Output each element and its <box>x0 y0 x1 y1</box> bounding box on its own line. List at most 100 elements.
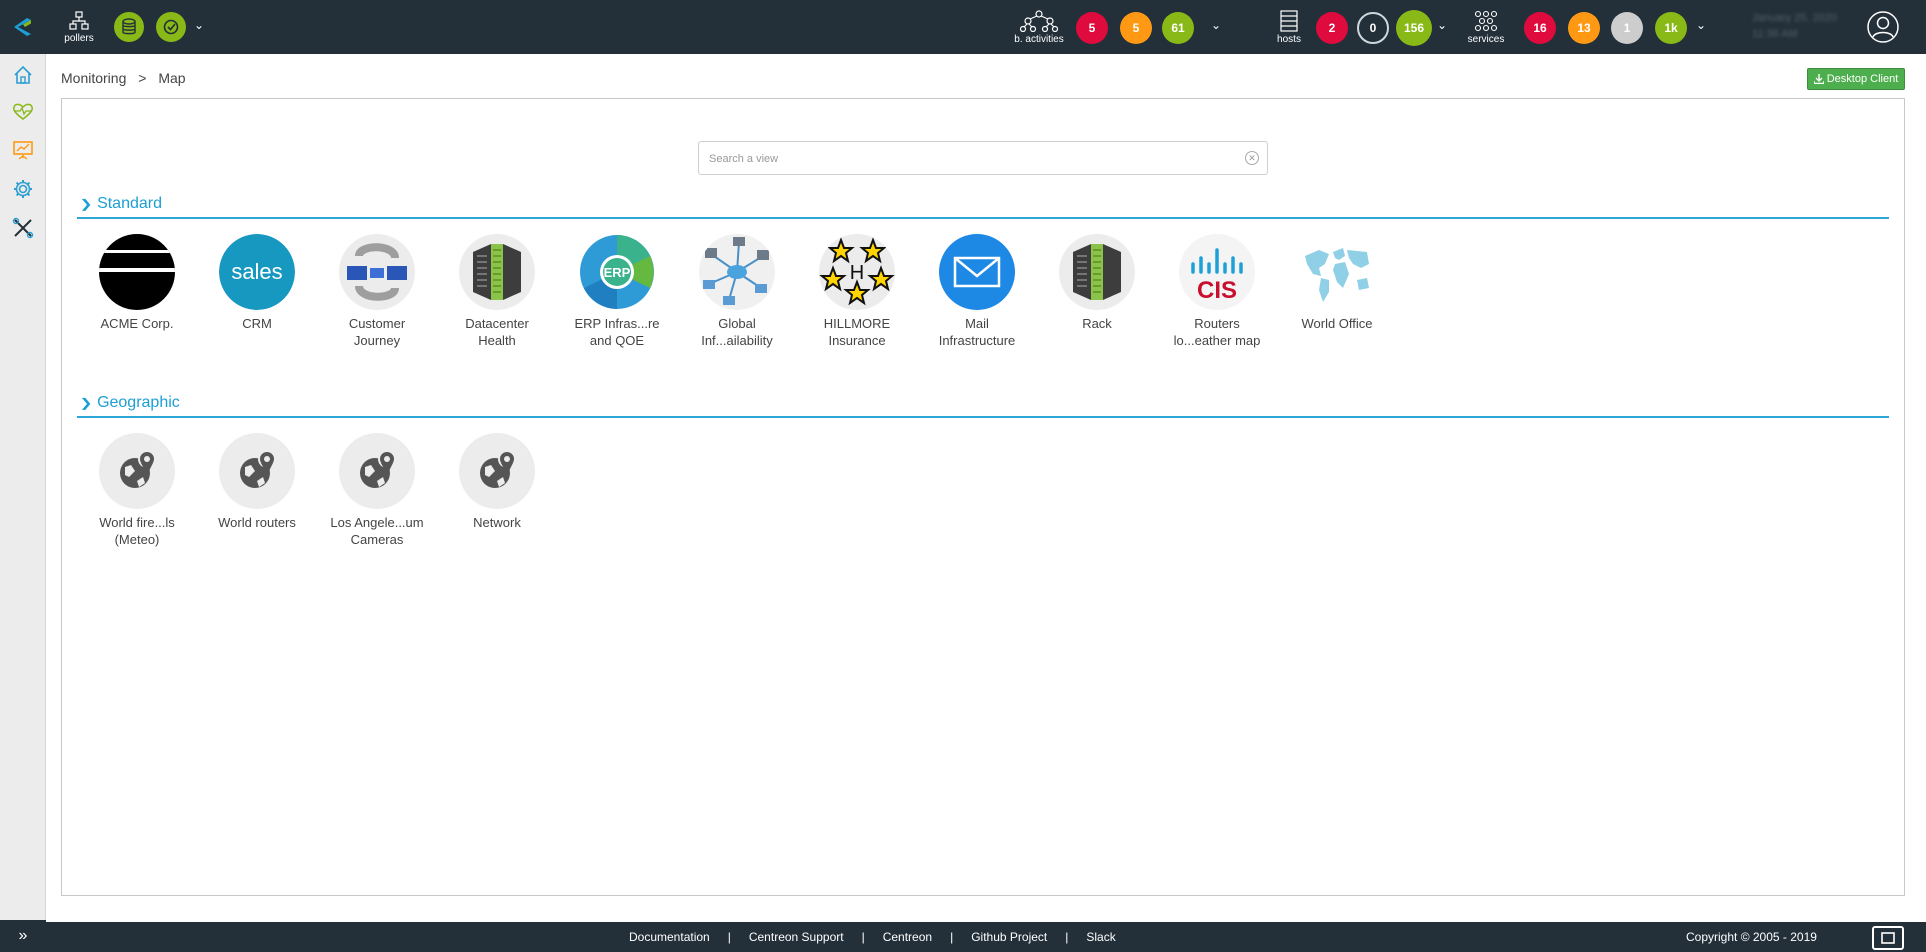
hosts-unreachable-count[interactable]: 0 <box>1357 12 1389 44</box>
breadcrumb-monitoring[interactable]: Monitoring <box>61 70 126 86</box>
hosts-up-count[interactable]: 156 <box>1396 10 1432 46</box>
cisco-logo-icon: CIS <box>1179 234 1255 310</box>
hosts-down-count[interactable]: 2 <box>1316 12 1348 44</box>
journey-arrows-icon <box>339 234 415 310</box>
footer-separator: | <box>727 930 731 944</box>
globe-pin-icon <box>219 433 295 509</box>
view-routers-weather-map[interactable]: CIS Routers lo...eather map <box>1157 234 1277 349</box>
breadcrumb: Monitoring > Map <box>61 70 194 86</box>
fullscreen-icon[interactable] <box>1872 926 1904 950</box>
nav-home-icon[interactable] <box>0 56 46 94</box>
breadcrumb-separator: > <box>138 70 147 86</box>
view-label: Network <box>473 515 521 530</box>
view-label: World fire...ls (Meteo) <box>99 515 175 547</box>
bactivities-critical-count[interactable]: 5 <box>1076 12 1108 44</box>
network-hub-icon <box>699 234 775 310</box>
mail-envelope-icon <box>939 234 1015 310</box>
database-status-icon[interactable] <box>114 12 144 42</box>
view-acme-corp[interactable]: ACME Corp. <box>77 234 197 332</box>
view-crm[interactable]: sales CRM <box>197 234 317 332</box>
bactivities-label: b. activities <box>1014 33 1064 45</box>
left-sidebar: » <box>0 0 46 952</box>
clear-search-icon[interactable]: ✕ <box>1245 151 1259 165</box>
top-bar: pollers ⌄ b. activities 5 5 61 ⌄ hosts 2… <box>46 0 1926 54</box>
services-critical-count[interactable]: 16 <box>1524 12 1556 44</box>
footer-link-documentation[interactable]: Documentation <box>629 930 710 944</box>
globe-pin-icon <box>459 433 535 509</box>
view-world-routers[interactable]: World routers <box>197 433 317 531</box>
globe-pin-icon <box>339 433 415 509</box>
world-map-icon <box>1299 234 1375 310</box>
erp-wheel-icon: ERP <box>579 234 655 310</box>
footer-link-github-project[interactable]: Github Project <box>971 930 1047 944</box>
nav-administration-icon[interactable] <box>0 209 46 247</box>
view-customer-journey[interactable]: Customer Journey <box>317 234 437 349</box>
nav-reporting-icon[interactable] <box>0 131 46 169</box>
view-mail-infrastructure[interactable]: Mail Infrastructure <box>917 234 1037 349</box>
footer-link-slack[interactable]: Slack <box>1086 930 1115 944</box>
hosts-button[interactable]: hosts <box>1271 0 1307 54</box>
nav-monitoring-icon[interactable] <box>0 92 46 130</box>
view-label: Rack <box>1082 316 1112 331</box>
view-label: Customer Journey <box>348 316 406 348</box>
centreon-logo[interactable] <box>0 0 46 54</box>
hosts-chevron-down-icon[interactable]: ⌄ <box>1437 18 1447 32</box>
globe-pin-icon <box>99 433 175 509</box>
copyright: Copyright © 2005 - 2019 <box>1686 930 1817 944</box>
services-warning-count[interactable]: 13 <box>1568 12 1600 44</box>
view-label: Mail Infrastructure <box>938 316 1016 348</box>
erp-text: ERP <box>604 265 631 280</box>
cisco-text: CIS <box>1197 277 1237 304</box>
services-icon <box>1474 10 1498 31</box>
bactivities-ok-count[interactable]: 61 <box>1162 12 1194 44</box>
view-hillmore-insurance[interactable]: H HILLMORE Insurance <box>797 234 917 349</box>
search-box: ✕ <box>698 141 1268 175</box>
view-erp-infrastructure[interactable]: ERP ERP Infras...re and QOE <box>557 234 677 349</box>
section-geographic-header[interactable]: ❯ Geographic <box>77 394 1889 418</box>
server-rack-icon <box>459 234 535 310</box>
footer: Documentation | Centreon Support | Centr… <box>46 922 1926 952</box>
user-profile-icon[interactable] <box>1866 10 1900 44</box>
clock-date: January 25, 2020 <box>1752 12 1838 24</box>
view-label: World routers <box>218 515 296 530</box>
latency-status-icon[interactable] <box>156 12 186 42</box>
standard-views-list: ACME Corp. sales CRM Customer Journey Da… <box>77 234 1889 354</box>
view-label: Los Angele...um Cameras <box>330 515 424 547</box>
bactivities-warning-count[interactable]: 5 <box>1120 12 1152 44</box>
breadcrumb-map[interactable]: Map <box>158 70 185 86</box>
chevron-down-icon: ❯ <box>79 197 93 211</box>
acme-logo-icon <box>99 234 175 310</box>
services-button[interactable]: services <box>1464 0 1508 54</box>
section-standard-title: Standard <box>97 195 162 212</box>
pollers-chevron-down-icon[interactable]: ⌄ <box>194 18 204 32</box>
section-standard-header[interactable]: ❯ Standard <box>77 195 1889 219</box>
view-label: World Office <box>1301 316 1373 331</box>
bactivities-button[interactable]: b. activities <box>1008 0 1070 54</box>
view-los-angeles-cameras[interactable]: Los Angele...um Cameras <box>317 433 437 548</box>
view-label: HILLMORE Insurance <box>823 316 891 348</box>
services-unknown-count[interactable]: 1 <box>1611 12 1643 44</box>
footer-link-centreon[interactable]: Centreon <box>883 930 932 944</box>
bactivities-chevron-down-icon[interactable]: ⌄ <box>1211 18 1221 32</box>
expand-sidebar-icon[interactable]: » <box>0 920 46 952</box>
view-world-fire-meteo[interactable]: World fire...ls (Meteo) <box>77 433 197 548</box>
view-datacenter-health[interactable]: Datacenter Health <box>437 234 557 349</box>
clock-time: 11:36 AM <box>1752 28 1798 40</box>
view-rack[interactable]: Rack <box>1037 234 1157 332</box>
hosts-icon <box>1280 9 1298 32</box>
footer-link-centreon-support[interactable]: Centreon Support <box>749 930 844 944</box>
view-world-office[interactable]: World Office <box>1277 234 1397 332</box>
footer-separator: | <box>1065 930 1069 944</box>
search-input[interactable] <box>709 149 1229 169</box>
footer-links: Documentation | Centreon Support | Centr… <box>629 930 1116 944</box>
services-chevron-down-icon[interactable]: ⌄ <box>1696 18 1706 32</box>
nav-configuration-icon[interactable] <box>0 170 46 208</box>
view-global-infrastructure-availability[interactable]: Global Inf...ailability <box>677 234 797 349</box>
desktop-client-button[interactable]: Desktop Client <box>1807 68 1905 90</box>
pollers-button[interactable]: pollers <box>61 0 97 54</box>
desktop-client-label: Desktop Client <box>1826 73 1899 85</box>
view-network[interactable]: Network <box>437 433 557 531</box>
salesforce-text: sales <box>219 234 295 310</box>
services-ok-count[interactable]: 1k <box>1655 12 1687 44</box>
view-label: CRM <box>242 316 272 331</box>
